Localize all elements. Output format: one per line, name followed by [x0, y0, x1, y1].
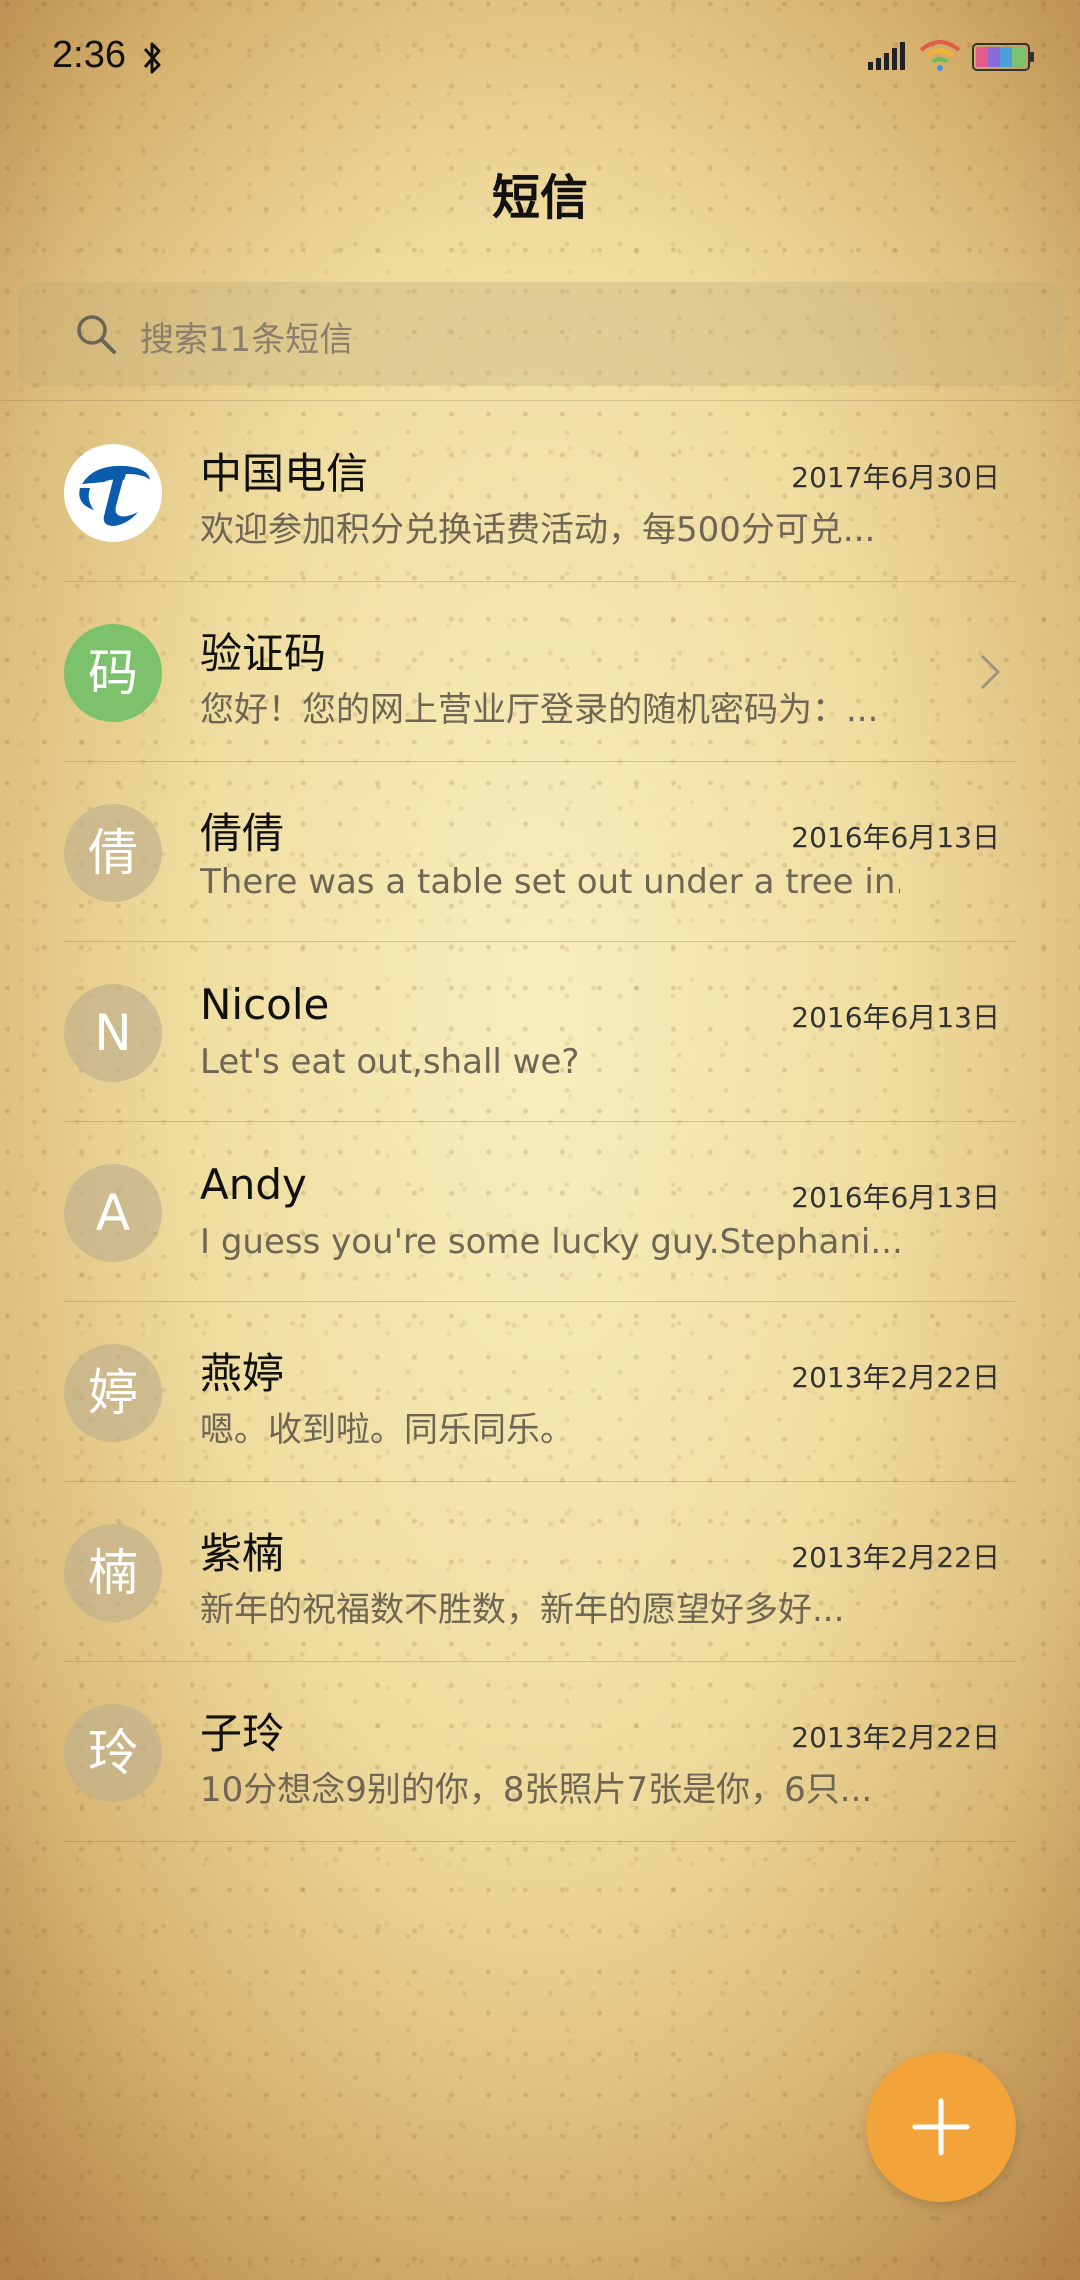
contact-name: 中国电信 — [200, 449, 369, 498]
status-bar: 2:36 — [0, 0, 1080, 118]
message-date: 2013年2月22日 — [791, 1361, 1000, 1394]
message-date: 2016年6月13日 — [791, 821, 1000, 854]
conversation-item[interactable]: 玲 子玲 2013年2月22日 10分想念9别的你，8张照片7张是你，6只... — [0, 1662, 1080, 1842]
contact-name: Andy — [200, 1160, 307, 1209]
message-preview: There was a table set out under a tree i… — [200, 862, 900, 902]
conversation-list: 中国电信 2017年6月30日 欢迎参加积分兑换话费活动，每500分可兑... … — [0, 402, 1080, 1842]
message-date: 2013年2月22日 — [791, 1721, 1000, 1754]
avatar: N — [64, 984, 162, 1082]
conversation-item[interactable]: A Andy 2016年6月13日 I guess you're some lu… — [0, 1122, 1080, 1302]
china-telecom-logo-icon — [65, 445, 161, 541]
page-title: 短信 — [491, 170, 588, 226]
message-preview: 欢迎参加积分兑换话费活动，每500分可兑... — [200, 510, 876, 550]
status-time: 2:36 — [52, 34, 126, 76]
divider — [0, 400, 1080, 401]
avatar: 婷 — [64, 1344, 162, 1442]
conversation-item[interactable]: 楠 紫楠 2013年2月22日 新年的祝福数不胜数，新年的愿望好多好... — [0, 1482, 1080, 1662]
chevron-right-icon — [980, 654, 1001, 690]
message-date: 2016年6月13日 — [791, 1181, 1000, 1214]
message-preview: 新年的祝福数不胜数，新年的愿望好多好... — [200, 1590, 845, 1630]
message-date: 2013年2月22日 — [791, 1541, 1000, 1574]
conversation-item[interactable]: 倩 倩倩 2016年6月13日 There was a table set ou… — [0, 762, 1080, 942]
contact-name: 倩倩 — [200, 809, 285, 858]
message-preview: I guess you're some lucky guy.Stephani..… — [200, 1222, 900, 1262]
avatar: 倩 — [64, 804, 162, 902]
conversation-item-china-telecom[interactable]: 中国电信 2017年6月30日 欢迎参加积分兑换话费活动，每500分可兑... — [0, 402, 1080, 582]
message-preview: Let's eat out,shall we? — [200, 1042, 580, 1082]
new-message-button[interactable] — [866, 2052, 1016, 2202]
battery-icon — [972, 43, 1034, 71]
plus-icon — [912, 2098, 970, 2156]
search-icon — [77, 315, 116, 354]
message-preview: 嗯。收到啦。同乐同乐。 — [200, 1410, 574, 1450]
contact-name: Nicole — [200, 980, 330, 1029]
message-date: 2016年6月13日 — [791, 1001, 1000, 1034]
conversation-item-verification-code[interactable]: 码 验证码 您好！您的网上营业厅登录的随机密码为：... — [0, 582, 1080, 762]
search-placeholder: 搜索11条短信 — [140, 320, 354, 360]
avatar: 码 — [64, 624, 162, 722]
avatar — [64, 444, 162, 542]
signal-icon — [868, 42, 905, 70]
message-preview: 10分想念9别的你，8张照片7张是你，6只... — [200, 1770, 873, 1810]
contact-name: 燕婷 — [200, 1349, 285, 1398]
bluetooth-icon — [143, 42, 161, 74]
contact-name: 子玲 — [200, 1709, 285, 1758]
message-preview: 您好！您的网上营业厅登录的随机密码为：... — [200, 690, 879, 730]
conversation-item[interactable]: 婷 燕婷 2013年2月22日 嗯。收到啦。同乐同乐。 — [0, 1302, 1080, 1482]
avatar: 玲 — [64, 1704, 162, 1802]
search-input[interactable]: 搜索11条短信 — [18, 282, 1064, 386]
wifi-icon — [919, 40, 961, 71]
avatar: A — [64, 1164, 162, 1262]
conversation-item[interactable]: N Nicole 2016年6月13日 Let's eat out,shall … — [0, 942, 1080, 1122]
contact-name: 验证码 — [200, 629, 327, 678]
message-date: 2017年6月30日 — [791, 461, 1000, 494]
avatar: 楠 — [64, 1524, 162, 1622]
contact-name: 紫楠 — [200, 1529, 285, 1578]
